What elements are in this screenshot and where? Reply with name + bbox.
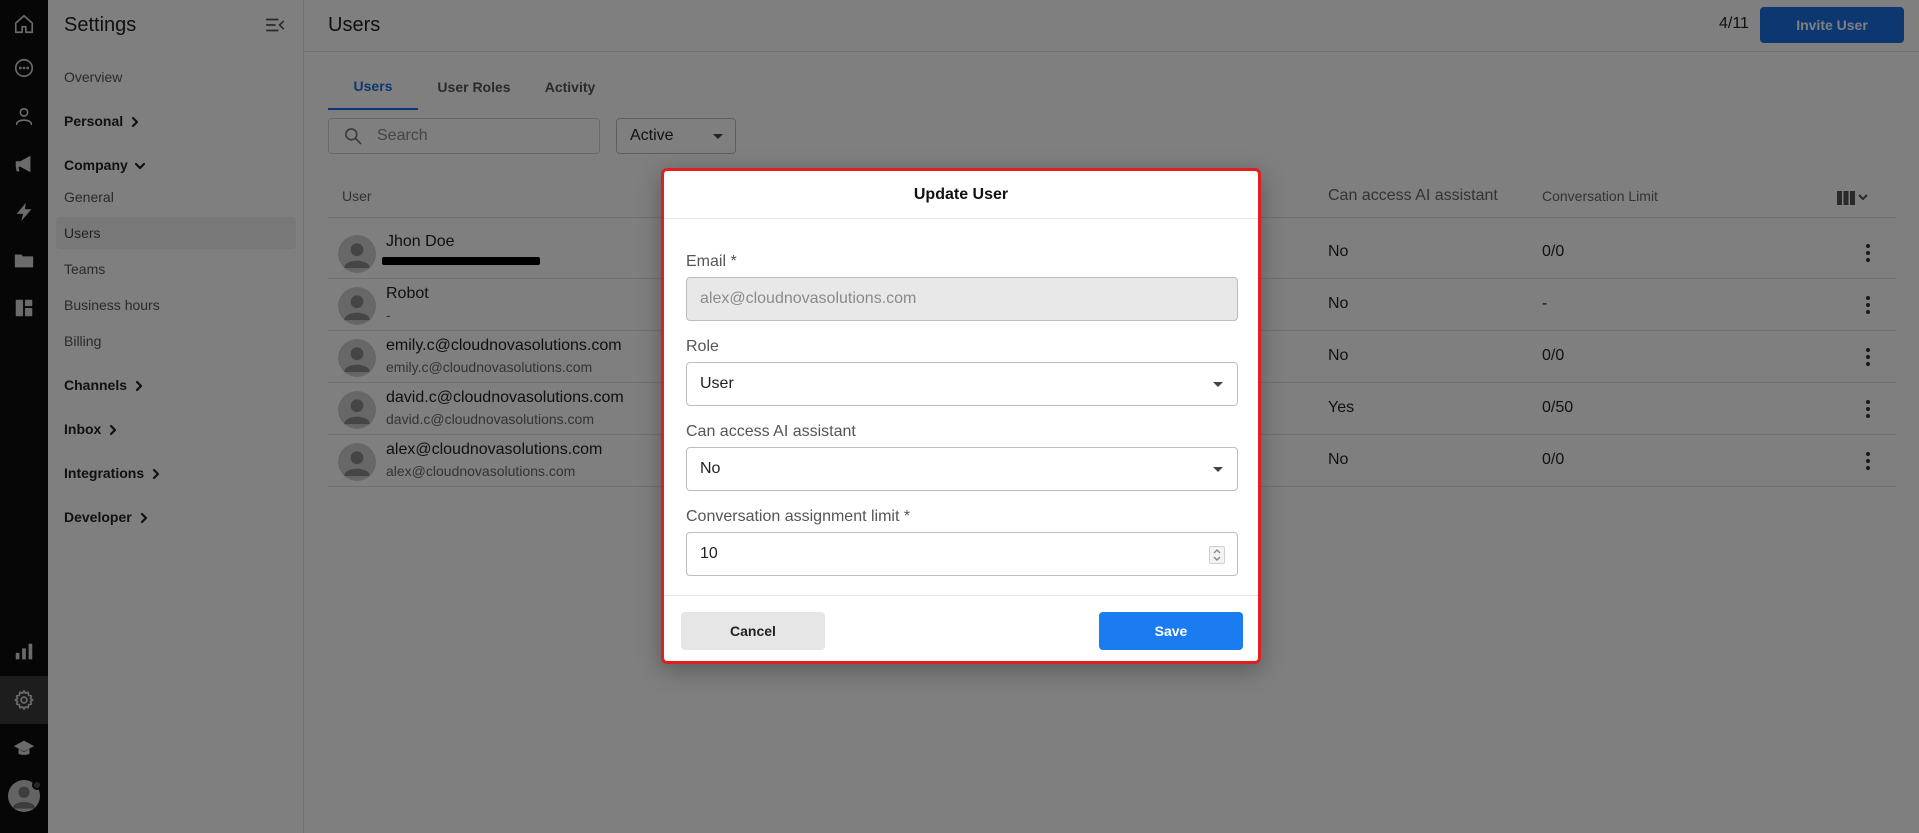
email-field: alex@cloudnovasolutions.com	[686, 277, 1238, 321]
dialog-title: Update User	[664, 171, 1258, 219]
save-button[interactable]: Save	[1099, 612, 1243, 650]
chevron-up-icon	[1213, 549, 1221, 554]
update-user-dialog: Update User Email * alex@cloudnovasoluti…	[661, 168, 1261, 664]
number-stepper[interactable]	[1209, 546, 1225, 564]
required-mark: *	[730, 253, 737, 270]
conversation-limit-input[interactable]: 10	[686, 532, 1238, 576]
cancel-button[interactable]: Cancel	[681, 612, 825, 650]
dropdown-caret-icon	[1213, 467, 1223, 472]
ai-access-select[interactable]: No	[686, 447, 1238, 491]
dropdown-caret-icon	[1213, 382, 1223, 387]
role-label: Role	[686, 338, 719, 355]
email-label: Email *	[686, 253, 737, 270]
required-mark: *	[903, 508, 911, 525]
ai-access-label: Can access AI assistant	[686, 423, 856, 440]
limit-label: Conversation assignment limit *	[686, 508, 911, 525]
role-select[interactable]: User	[686, 362, 1238, 406]
dialog-footer-divider	[664, 595, 1258, 596]
chevron-down-icon	[1213, 556, 1221, 561]
